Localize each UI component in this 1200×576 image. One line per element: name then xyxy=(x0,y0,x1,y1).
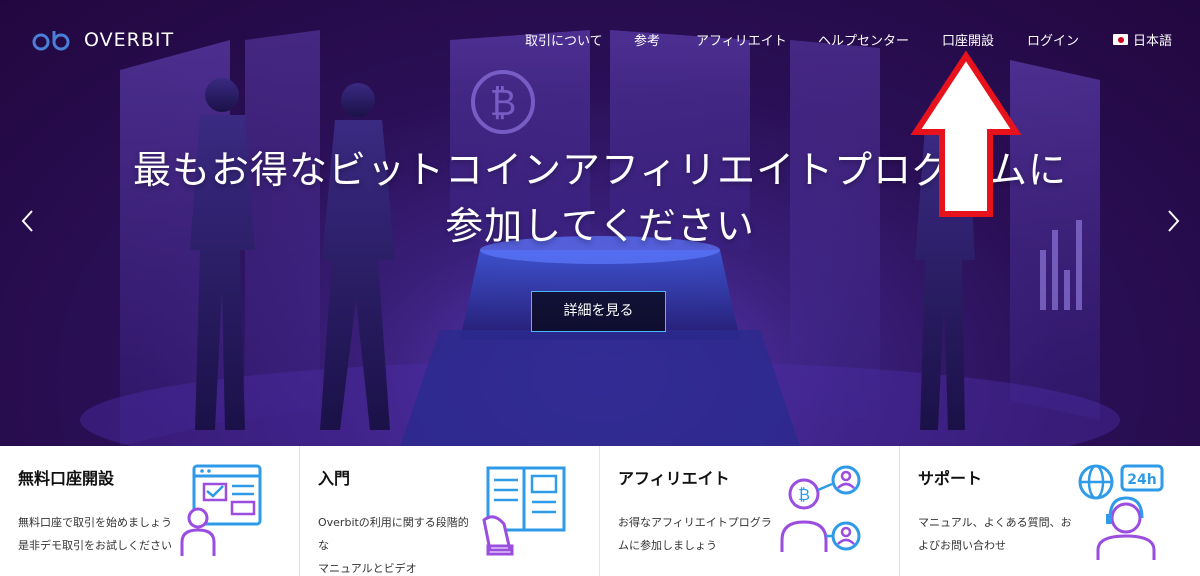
feature-cards: 無料口座開設 無料口座で取引を始めましょう 是非デモ取引をお試しください 入門 … xyxy=(0,446,1200,576)
nav-item-affiliate[interactable]: アフィリエイト xyxy=(696,30,787,49)
card-desc-line: マニュアルとビデオ xyxy=(318,562,417,575)
chevron-right-icon xyxy=(1168,210,1180,232)
card-title: 無料口座開設 xyxy=(18,469,115,488)
svg-text:₿: ₿ xyxy=(490,83,517,124)
japan-flag-icon xyxy=(1113,34,1128,45)
card-desc-line: Overbitの利用に関する段階的な xyxy=(318,516,469,552)
support-24h-icon: 24h xyxy=(1078,464,1164,560)
card-title: サポート xyxy=(918,469,983,488)
nav-item-open-account[interactable]: 口座開設 xyxy=(942,30,994,49)
card-description: マニュアル、よくある質問、お よびお問い合わせ xyxy=(918,511,1078,557)
nav-item-trading[interactable]: 取引について xyxy=(525,30,603,49)
card-description: 無料口座で取引を始めましょう 是非デモ取引をお試しください xyxy=(18,511,178,557)
language-label: 日本語 xyxy=(1133,34,1173,49)
account-signup-icon xyxy=(180,464,262,556)
language-selector[interactable]: 日本語 xyxy=(1113,30,1172,49)
card-desc-line: 是非デモ取引をお試しください xyxy=(18,539,172,552)
nav-item-help-center[interactable]: ヘルプセンター xyxy=(818,30,909,49)
card-description: Overbitの利用に関する段階的な マニュアルとビデオ xyxy=(318,511,478,576)
card-title: 入門 xyxy=(318,469,351,488)
nav-item-reference[interactable]: 参考 xyxy=(634,30,660,49)
card-description: お得なアフィリエイトプログラ ムに参加しましょう xyxy=(618,511,778,557)
card-desc-line: よびお問い合わせ xyxy=(918,539,1006,552)
brand-name: OVERBIT xyxy=(84,29,175,51)
red-up-arrow-icon xyxy=(910,50,1022,217)
nav-item-login[interactable]: ログイン xyxy=(1027,30,1079,49)
card-affiliate[interactable]: アフィリエイト お得なアフィリエイトプログラ ムに参加しましょう ₿ xyxy=(600,446,900,576)
card-getting-started[interactable]: 入門 Overbitの利用に関する段階的な マニュアルとビデオ xyxy=(300,446,600,576)
hero-banner: ₿ OVERBIT 取引について 参考 アフィリエイト ヘルプセンター 口座開設… xyxy=(0,0,1200,446)
card-desc-line: 無料口座で取引を始めましょう xyxy=(18,516,172,529)
affiliate-network-icon: ₿ xyxy=(780,465,861,552)
learn-more-button[interactable]: 詳細を見る xyxy=(531,291,666,332)
card-free-account[interactable]: 無料口座開設 無料口座で取引を始めましょう 是非デモ取引をお試しください xyxy=(0,446,300,576)
card-desc-line: マニュアル、よくある質問、お xyxy=(918,516,1072,529)
carousel-prev-button[interactable] xyxy=(18,206,38,236)
card-support[interactable]: サポート マニュアル、よくある質問、お よびお問い合わせ 24h xyxy=(900,446,1200,576)
logo-mark-icon xyxy=(32,31,70,51)
brand-logo[interactable]: OVERBIT xyxy=(32,28,174,52)
svg-text:24h: 24h xyxy=(1127,472,1156,488)
svg-text:₿: ₿ xyxy=(798,485,810,504)
card-desc-line: ムに参加しましょう xyxy=(618,539,717,552)
carousel-next-button[interactable] xyxy=(1163,206,1183,236)
chevron-left-icon xyxy=(21,210,33,232)
card-title: アフィリエイト xyxy=(618,469,730,488)
card-desc-line: お得なアフィリエイトプログラ xyxy=(618,516,772,529)
manual-book-icon xyxy=(482,466,566,556)
